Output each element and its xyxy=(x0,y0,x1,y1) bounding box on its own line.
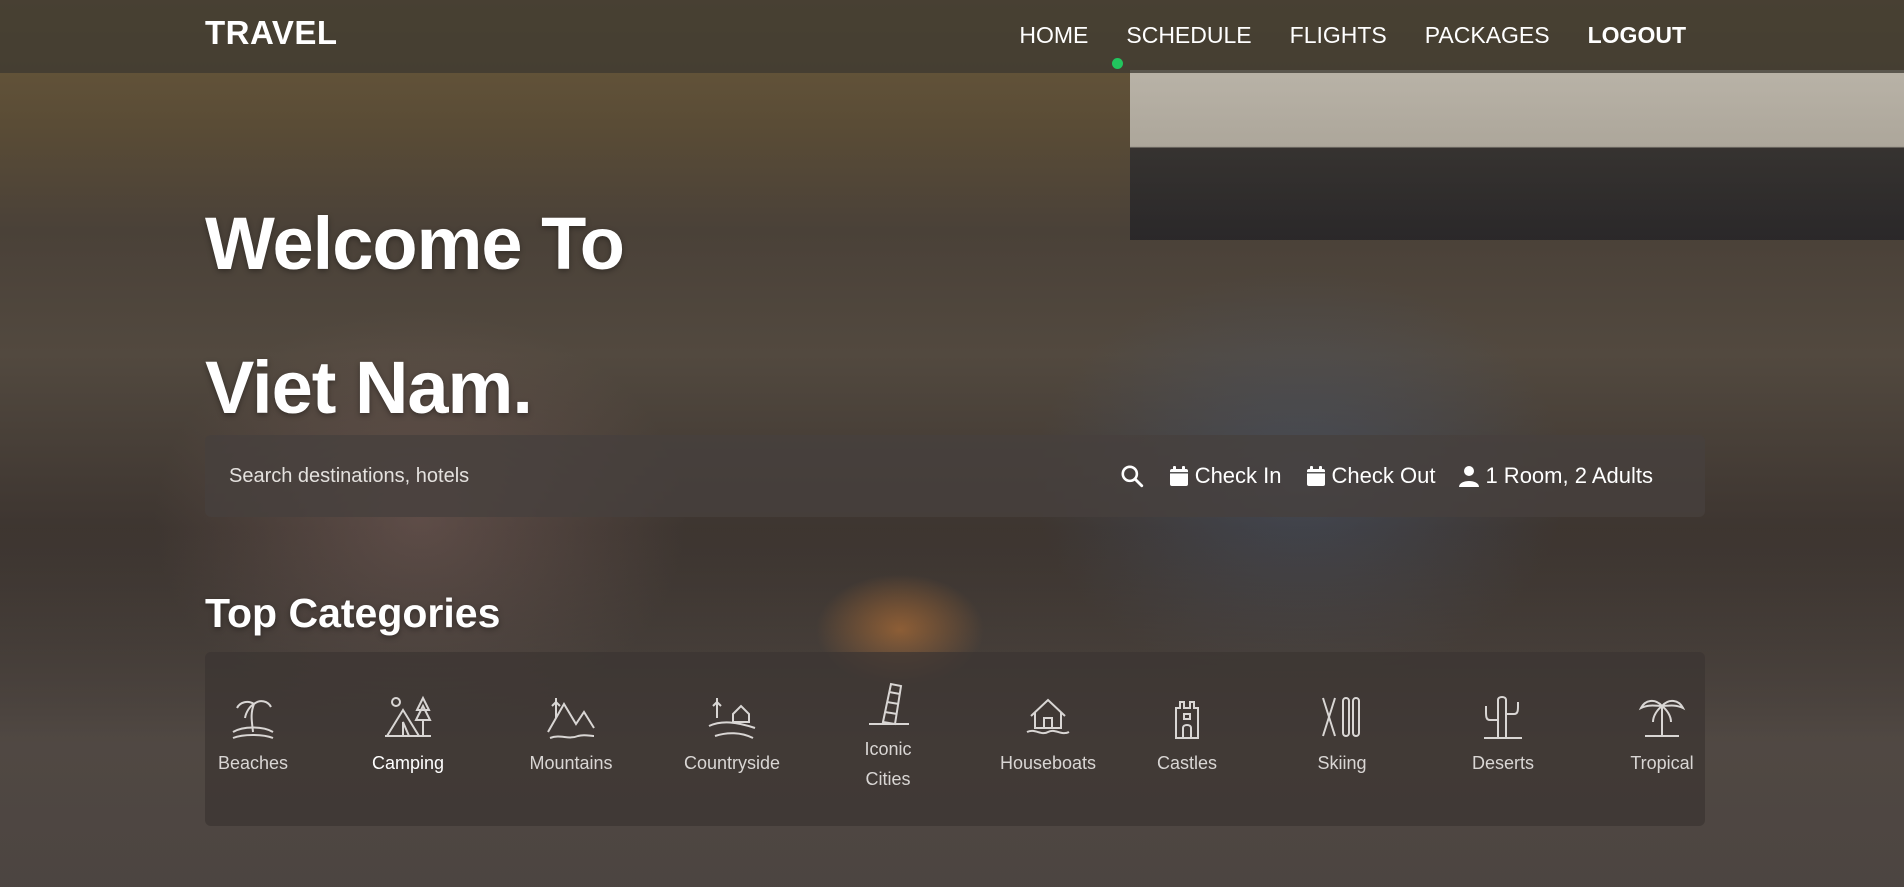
calendar-icon xyxy=(1169,466,1188,486)
category-label: Houseboats xyxy=(999,753,1097,773)
category-label: Deserts xyxy=(1471,753,1534,773)
brand-logo[interactable]: TRAVEL xyxy=(205,14,338,52)
check-in-label: Check In xyxy=(1194,463,1282,488)
nav-schedule[interactable]: SCHEDULE xyxy=(1126,22,1251,49)
castle-icon xyxy=(1175,701,1199,739)
active-nav-indicator xyxy=(1112,58,1123,69)
search-bar: Check In Check Out 1 Room, 2 Adults xyxy=(205,434,1705,518)
hero: Welcome To Viet Nam. xyxy=(205,172,625,460)
guests-label: 1 Room, 2 Adults xyxy=(1485,463,1653,488)
category-label: Skiing xyxy=(1317,753,1367,773)
category-iconic-cities[interactable]: Iconic Cities xyxy=(828,678,948,794)
mountains-icon xyxy=(547,698,595,739)
category-label: Castles xyxy=(1156,753,1218,773)
palm-island-icon xyxy=(232,700,274,739)
nav-menu: HOME SCHEDULE FLIGHTS PACKAGES LOGOUT xyxy=(1019,22,1686,49)
category-mountains[interactable]: Mountains xyxy=(511,692,631,778)
nav-packages[interactable]: PACKAGES xyxy=(1425,22,1550,49)
cactus-icon xyxy=(1484,696,1522,739)
top-navbar: TRAVEL HOME SCHEDULE FLIGHTS PACKAGES LO… xyxy=(0,0,1904,73)
background-building xyxy=(1130,70,1904,240)
leaning-tower-icon xyxy=(869,682,909,726)
category-label: Beaches xyxy=(217,753,289,773)
check-out-field[interactable]: Check Out xyxy=(1306,463,1436,489)
check-in-field[interactable]: Check In xyxy=(1169,463,1282,489)
category-tropical[interactable]: Tropical xyxy=(1602,692,1722,778)
category-skiing[interactable]: Skiing xyxy=(1282,692,1402,778)
nav-logout[interactable]: LOGOUT xyxy=(1588,22,1686,49)
category-castles[interactable]: Castles xyxy=(1127,692,1247,778)
check-out-label: Check Out xyxy=(1331,463,1436,488)
category-countryside[interactable]: Countryside xyxy=(672,692,792,778)
tropical-icon xyxy=(1638,700,1686,737)
category-label: Tropical xyxy=(1630,753,1694,773)
categories-title: Top Categories xyxy=(205,590,501,636)
calendar-icon xyxy=(1306,466,1325,486)
skis-icon xyxy=(1322,697,1360,737)
category-camping[interactable]: Camping xyxy=(348,692,468,778)
user-icon xyxy=(1459,466,1480,487)
category-beaches[interactable]: Beaches xyxy=(193,692,313,778)
category-label: Iconic Cities xyxy=(864,739,912,789)
countryside-icon xyxy=(708,698,756,739)
search-input[interactable] xyxy=(205,434,1119,518)
hero-title-line1: Welcome To xyxy=(205,202,625,285)
nav-home[interactable]: HOME xyxy=(1019,22,1088,49)
category-label: Countryside xyxy=(683,753,781,773)
guests-field[interactable]: 1 Room, 2 Adults xyxy=(1459,463,1653,489)
categories-bar: Beaches Camping Mountains Countryside Ic… xyxy=(205,652,1705,826)
nav-flights[interactable]: FLIGHTS xyxy=(1290,22,1387,49)
houseboat-icon xyxy=(1026,698,1070,735)
search-icon[interactable] xyxy=(1119,463,1145,489)
category-label: Mountains xyxy=(529,753,613,773)
category-houseboats[interactable]: Houseboats xyxy=(988,692,1108,778)
category-label: Camping xyxy=(371,753,445,773)
tent-icon xyxy=(385,695,432,737)
category-deserts[interactable]: Deserts xyxy=(1443,692,1563,778)
